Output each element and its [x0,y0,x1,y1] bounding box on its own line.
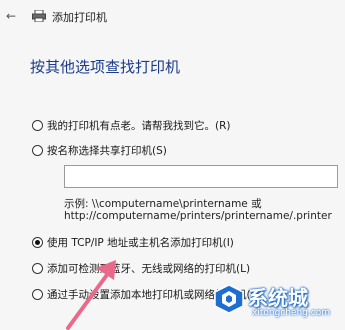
option-old-printer-label: 我的打印机有点老。请帮我找到它。(R) [47,119,231,132]
printer-icon [32,10,46,22]
annotation-arrow-icon [66,260,116,330]
window-title: 添加打印机 [52,11,107,24]
option-old-printer[interactable]: 我的打印机有点老。请帮我找到它。(R) [32,117,231,133]
radio-shared-printer[interactable] [32,144,43,156]
watermark: 系统城 xitongcheng.com [214,282,342,328]
watermark-text: 系统城 [248,286,308,310]
add-printer-window: ← 添加打印机 按其他选项查找打印机 我的打印机有点老。请帮我找到它。(R) 按… [0,0,345,330]
shared-printer-input[interactable] [64,165,338,188]
radio-tcp-ip[interactable] [32,236,43,248]
radio-manual-local[interactable] [32,288,43,300]
back-arrow-icon[interactable]: ← [4,8,18,24]
page-heading: 按其他选项查找打印机 [30,58,181,76]
watermark-logo-icon [214,284,244,314]
example-text: 示例: \\computername\printername 或 [64,198,262,210]
example-url: http://computername/printers/printername… [64,210,332,222]
radio-bluetooth-wireless[interactable] [32,262,43,274]
option-tcp-ip[interactable]: 使用 TCP/IP 地址或主机名添加打印机(I) [32,234,234,250]
title-bar: ← 添加打印机 [0,0,345,32]
option-shared-printer-label: 按名称选择共享打印机(S) [47,144,167,157]
radio-old-printer[interactable] [32,119,43,131]
option-shared-printer[interactable]: 按名称选择共享打印机(S) [32,142,167,158]
option-tcp-ip-label: 使用 TCP/IP 地址或主机名添加打印机(I) [47,236,234,249]
watermark-url: xitongcheng.com [252,308,330,318]
